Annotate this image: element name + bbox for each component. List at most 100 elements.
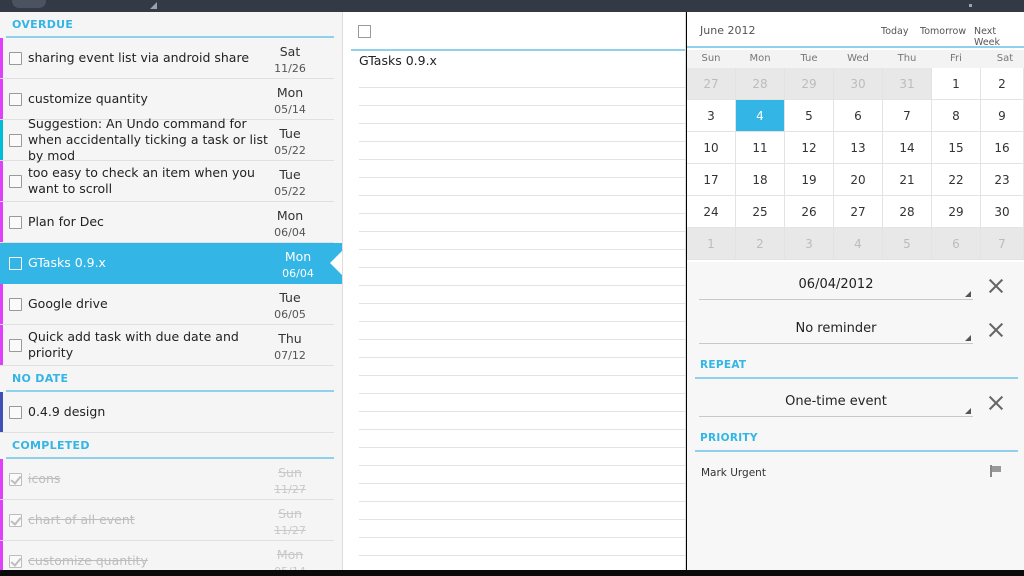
today-button[interactable]: Today [881, 26, 908, 37]
calendar-day[interactable]: 27 [687, 68, 736, 100]
calendar-day[interactable]: 25 [736, 196, 785, 228]
calendar-day[interactable]: 29 [932, 196, 981, 228]
calendar-day[interactable]: 2 [736, 228, 785, 260]
calendar-day[interactable]: 30 [834, 68, 883, 100]
calendar-day[interactable]: 22 [932, 164, 981, 196]
calendar-day[interactable]: 20 [834, 164, 883, 196]
detail-task-title[interactable]: GTasks 0.9.x [359, 52, 437, 70]
task-checkbox[interactable] [9, 298, 22, 311]
task-row[interactable]: GTasks 0.9.x Mon 06/04 [0, 243, 342, 284]
notes-area[interactable] [359, 70, 685, 570]
task-row[interactable]: 0.4.9 design [0, 392, 334, 433]
calendar-day[interactable]: 14 [883, 132, 932, 164]
calendar-day[interactable]: 8 [932, 100, 981, 132]
task-row[interactable]: icons Sun 11/27 [0, 459, 334, 500]
calendar-day[interactable]: 19 [785, 164, 834, 196]
calendar-day[interactable]: 1 [932, 68, 981, 100]
task-checkbox[interactable] [9, 339, 22, 352]
tomorrow-button[interactable]: Tomorrow [920, 26, 966, 37]
task-due-date: 11/27 [274, 483, 306, 496]
calendar-day[interactable]: 2 [981, 68, 1024, 100]
list-color-bar [0, 202, 3, 242]
list-color-bar [0, 284, 3, 324]
task-row[interactable]: too easy to check an item when you want … [0, 161, 334, 202]
flag-icon[interactable] [990, 465, 1002, 477]
task-row[interactable]: Quick add task with due date and priorit… [0, 325, 334, 366]
task-checkbox[interactable] [9, 216, 22, 229]
task-row[interactable]: customize quantity Mon 05/14 [0, 541, 334, 570]
repeat-spinner[interactable]: One-time event [699, 389, 973, 417]
detail-complete-checkbox[interactable] [358, 25, 371, 38]
calendar-day[interactable]: 3 [785, 228, 834, 260]
calendar-day[interactable]: 15 [932, 132, 981, 164]
task-checkbox[interactable] [9, 514, 22, 527]
list-color-bar [0, 392, 3, 432]
due-date-spinner[interactable]: 06/04/2012 [699, 272, 973, 300]
calendar-day[interactable]: 11 [736, 132, 785, 164]
calendar-day[interactable]: 4 [834, 228, 883, 260]
task-title: too easy to check an item when you want … [28, 161, 278, 201]
task-title: Quick add task with due date and priorit… [28, 325, 278, 365]
task-checkbox[interactable] [9, 175, 22, 188]
calendar-day[interactable]: 24 [687, 196, 736, 228]
task-due-day: Mon [276, 85, 304, 100]
task-checkbox[interactable] [9, 93, 22, 106]
calendar-day[interactable]: 29 [785, 68, 834, 100]
calendar-day[interactable]: 13 [834, 132, 883, 164]
section-header: OVERDUE [0, 12, 342, 38]
calendar-day[interactable]: 4 [736, 100, 785, 132]
calendar-day[interactable]: 3 [687, 100, 736, 132]
calendar-day[interactable]: 9 [981, 100, 1024, 132]
task-row[interactable]: Plan for Dec Mon 06/04 [0, 202, 334, 243]
task-checkbox[interactable] [9, 52, 22, 65]
reminder-spinner[interactable]: No reminder [699, 316, 973, 344]
calendar-day[interactable]: 5 [785, 100, 834, 132]
task-title: GTasks 0.9.x [28, 243, 278, 283]
clear-reminder-close-icon[interactable] [988, 322, 1004, 338]
calendar-day[interactable]: 16 [981, 132, 1024, 164]
calendar-day[interactable]: 6 [834, 100, 883, 132]
task-checkbox[interactable] [9, 257, 22, 270]
task-row[interactable]: Google drive Tue 06/05 [0, 284, 334, 325]
task-checkbox[interactable] [9, 406, 22, 419]
mark-urgent-label[interactable]: Mark Urgent [701, 467, 766, 479]
calendar-day[interactable]: 17 [687, 164, 736, 196]
clear-date-close-icon[interactable] [988, 278, 1004, 294]
calendar-day[interactable]: 1 [687, 228, 736, 260]
task-row[interactable]: sharing event list via android share Sat… [0, 38, 334, 79]
calendar-day[interactable]: 21 [883, 164, 932, 196]
calendar-day[interactable]: 7 [883, 100, 932, 132]
calendar-day[interactable]: 28 [736, 68, 785, 100]
task-checkbox[interactable] [9, 555, 22, 568]
next-week-button[interactable]: Next Week [974, 26, 1024, 48]
calendar-day[interactable]: 18 [736, 164, 785, 196]
task-checkbox[interactable] [9, 473, 22, 486]
clear-repeat-close-icon[interactable] [988, 395, 1004, 411]
list-spinner-arrow-icon[interactable] [150, 2, 157, 9]
calendar-day[interactable]: 12 [785, 132, 834, 164]
calendar-day[interactable]: 26 [785, 196, 834, 228]
list-color-bar [0, 500, 3, 540]
app-icon[interactable] [12, 0, 46, 8]
calendar-day[interactable]: 30 [981, 196, 1024, 228]
calendar-day[interactable]: 27 [834, 196, 883, 228]
overflow-menu-icon[interactable] [969, 4, 972, 7]
task-title-text: Quick add task with due date and priorit… [28, 329, 239, 360]
calendar-day[interactable]: 28 [883, 196, 932, 228]
task-row[interactable]: chart of all event Sun 11/27 [0, 500, 334, 541]
task-checkbox[interactable] [9, 134, 22, 147]
calendar-day[interactable]: 31 [883, 68, 932, 100]
task-title-text: customize quantity [28, 91, 148, 106]
list-color-bar [0, 541, 3, 570]
weekday-label: Mon [749, 53, 771, 64]
task-row[interactable]: Suggestion: An Undo command for when acc… [0, 116, 334, 163]
calendar-day[interactable]: 23 [981, 164, 1024, 196]
task-row[interactable]: customize quantity Mon 05/14 [0, 79, 334, 120]
task-due-date: 05/14 [274, 103, 306, 116]
calendar-header: June 2012 Today Tomorrow Next Week [687, 12, 1024, 48]
calendar-day[interactable]: 7 [981, 228, 1024, 260]
calendar-day[interactable]: 10 [687, 132, 736, 164]
calendar-day[interactable]: 6 [932, 228, 981, 260]
calendar-day[interactable]: 5 [883, 228, 932, 260]
repeat-value: One-time event [785, 394, 887, 409]
